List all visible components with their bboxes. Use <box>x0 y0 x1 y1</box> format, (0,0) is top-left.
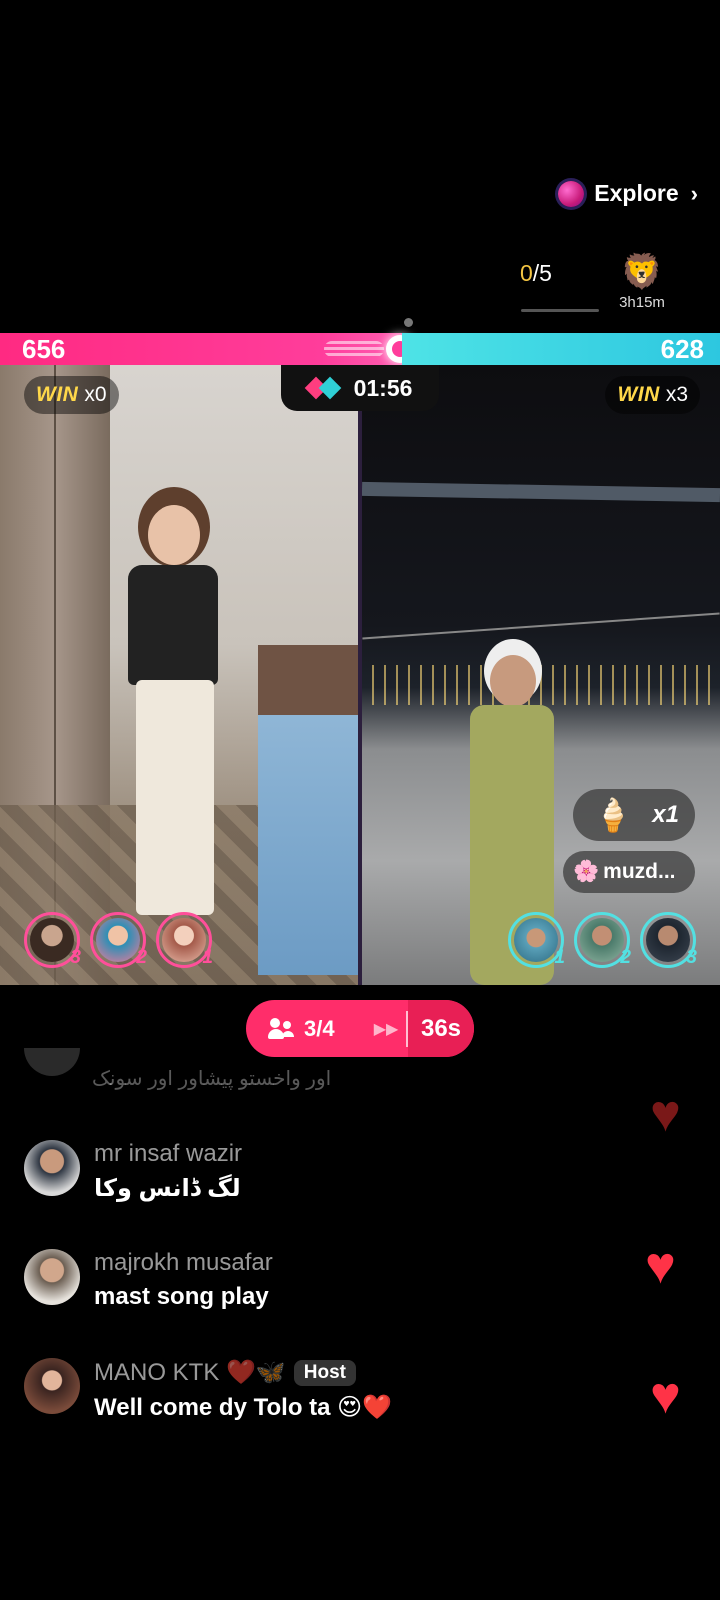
win-streak-left: WIN x0 <box>24 376 119 414</box>
avatar[interactable] <box>24 1358 80 1414</box>
battle-timer: 01:56 <box>281 365 439 411</box>
supporter-avatar[interactable]: 1 <box>156 912 213 968</box>
task-total: /5 <box>532 260 552 286</box>
chevron-right-icon: › <box>690 180 698 206</box>
chat-message[interactable]: MANO KTK ❤️🦋 Host Well come dy Tolo ta 😍… <box>24 1358 392 1422</box>
chat-username[interactable]: mr insaf wazir <box>94 1140 242 1168</box>
supporter-avatar[interactable]: 2 <box>90 912 147 968</box>
round-count-value: 3/4 <box>304 1015 335 1041</box>
task-progress[interactable]: 0/5 <box>520 260 552 287</box>
lion-icon: 🦁 <box>620 253 664 291</box>
avatar[interactable] <box>24 1249 80 1305</box>
score-right: 628 <box>660 334 704 364</box>
task-progress-bar <box>521 309 599 312</box>
supporter-rank: 3 <box>686 947 697 968</box>
supporter-rank: 1 <box>554 947 565 968</box>
right-supporters: 1 2 3 <box>508 912 697 968</box>
chat-message[interactable]: majrokh musafar mast song play <box>24 1249 273 1311</box>
gift-sender-pill[interactable]: 🌸 muzd... <box>563 851 695 893</box>
host-badge: Host <box>293 1359 357 1386</box>
avatar <box>24 1048 80 1076</box>
round-indicator[interactable]: 3/4 ▶▶ 36s <box>246 1000 474 1057</box>
event-time: 3h15m <box>619 294 665 311</box>
partial-chat-message: اور واخستو پیشاور اور سونک <box>92 1068 332 1090</box>
supporter-rank: 1 <box>202 947 213 968</box>
task-done: 0 <box>520 260 533 286</box>
chat-message[interactable]: mr insaf wazir لگ ڈانس وکا <box>24 1140 242 1203</box>
supporter-avatar[interactable]: 3 <box>640 912 697 968</box>
score-right-bar: 628 <box>402 333 720 365</box>
left-host-video[interactable] <box>0 365 358 985</box>
bed <box>258 645 358 975</box>
planet-icon <box>558 180 585 207</box>
chat-text: mast song play <box>94 1283 269 1310</box>
streak-decoration <box>324 341 384 357</box>
round-count: 3/4 <box>246 1016 366 1042</box>
win-count-right: x3 <box>665 383 688 406</box>
gift-combo[interactable]: 🍦 x1 <box>573 789 695 841</box>
gift-count: x1 <box>652 801 679 828</box>
people-icon <box>268 1017 296 1040</box>
flower-icon: 🌸 <box>573 860 600 883</box>
win-count-left: x0 <box>84 383 107 406</box>
chat-username-text: MANO KTK ❤️🦋 <box>94 1359 286 1386</box>
pk-score-bar: 656 628 <box>0 333 720 365</box>
heart-icon: ♥ <box>645 1237 676 1295</box>
event-badge[interactable]: 🦁 3h15m <box>612 252 672 311</box>
fast-forward-icon: ▶▶ <box>373 1020 399 1038</box>
versus-icon <box>308 377 342 399</box>
avatar[interactable] <box>24 1140 80 1196</box>
supporter-rank: 3 <box>70 947 81 968</box>
chat-username[interactable]: MANO KTK ❤️🦋 Host <box>94 1358 392 1387</box>
gift-sender-name: muzd... <box>603 860 676 883</box>
supporter-avatar[interactable]: 2 <box>574 912 631 968</box>
heart-icon: ♥ <box>650 1085 681 1143</box>
supporter-rank: 2 <box>136 947 147 968</box>
chat-username[interactable]: majrokh musafar <box>94 1249 273 1277</box>
round-seconds: 36s <box>408 1000 474 1057</box>
explore-button[interactable]: Explore › <box>558 180 698 207</box>
score-left-bar: 656 <box>0 333 414 365</box>
host-figure <box>118 505 228 915</box>
battle-time: 01:56 <box>353 374 413 401</box>
win-streak-right: WIN x3 <box>605 376 700 414</box>
heart-icon: ♥ <box>650 1367 681 1425</box>
chat-text: لگ ڈانس وکا <box>94 1175 241 1202</box>
score-left: 656 <box>22 334 66 364</box>
chat-text: Well come dy Tolo ta 😍❤️ <box>94 1394 393 1421</box>
supporter-avatar[interactable]: 3 <box>24 912 81 968</box>
supporter-rank: 2 <box>620 947 631 968</box>
wire <box>362 612 720 640</box>
win-label-right: WIN <box>617 383 660 406</box>
ice-cream-icon: 🍦 <box>593 797 633 833</box>
win-label-left: WIN <box>36 383 79 406</box>
page-indicator <box>404 318 413 327</box>
explore-label: Explore <box>594 180 679 206</box>
left-supporters: 3 2 1 <box>24 912 213 968</box>
supporter-avatar[interactable]: 1 <box>508 912 565 968</box>
beam <box>362 481 720 503</box>
